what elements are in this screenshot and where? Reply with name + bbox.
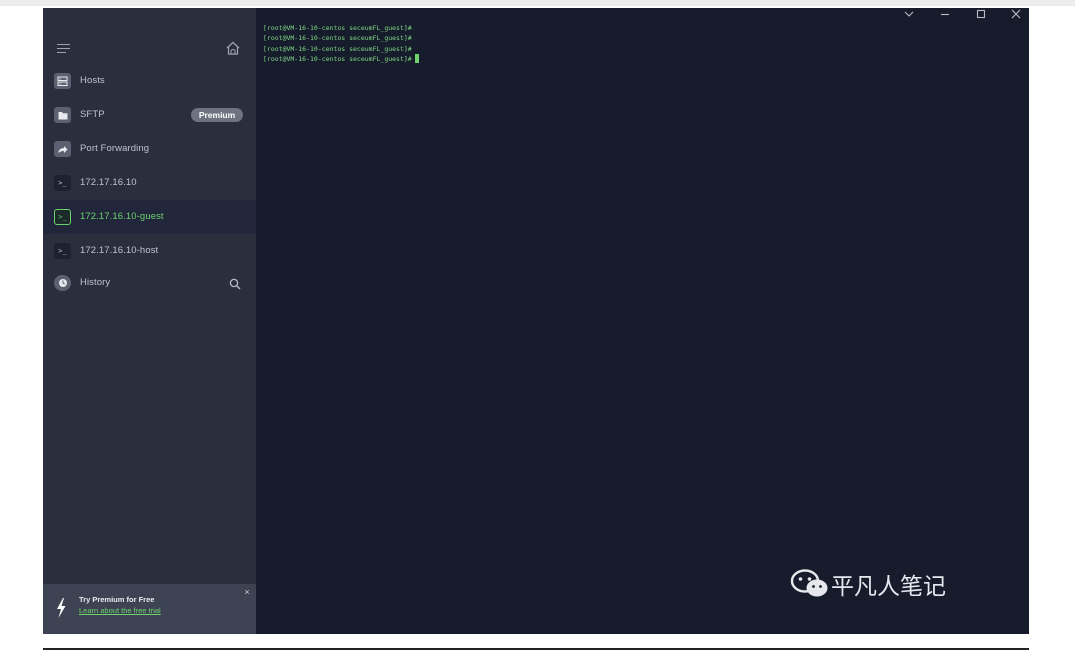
wechat-watermark: 平凡人笔记 xyxy=(790,566,970,600)
terminal-prompt-line: [root@VM-16-10-centos seceumFL_guest]# xyxy=(263,53,419,64)
hamburger-icon[interactable] xyxy=(57,44,70,54)
sidebar: Hosts SFTP Premium Port Forwarding >_ 17… xyxy=(43,8,256,634)
free-trial-link[interactable]: Learn about the free trial xyxy=(79,606,161,615)
close-icon[interactable]: × xyxy=(242,587,252,597)
page-top-strip xyxy=(0,0,1075,6)
terminal-line: [root@VM-16-10-centos seceumFL_guest]# xyxy=(263,44,412,53)
sidebar-item-sftp[interactable]: SFTP Premium xyxy=(43,98,256,132)
folder-icon xyxy=(54,107,71,123)
sidebar-item-label: 172.17.16.10-guest xyxy=(80,211,164,222)
sidebar-item-host-172-17-16-10[interactable]: >_ 172.17.16.10 xyxy=(43,166,256,200)
sidebar-item-label: 172.17.16.10 xyxy=(80,177,137,188)
home-icon[interactable] xyxy=(225,40,241,56)
sidebar-header xyxy=(43,8,256,68)
terminal-output: [root@VM-16-10-centos seceumFL_guest]# [… xyxy=(263,23,419,64)
sidebar-item-label: Hosts xyxy=(80,75,105,86)
terminal-icon: >_ xyxy=(54,243,71,259)
minimize-icon[interactable] xyxy=(933,8,957,22)
chevron-down-icon[interactable] xyxy=(897,8,921,22)
sidebar-item-host-host[interactable]: >_ 172.17.16.10-host xyxy=(43,234,256,268)
server-icon xyxy=(54,73,71,89)
promo-title: Try Premium for Free xyxy=(79,595,155,604)
search-icon[interactable] xyxy=(229,277,241,290)
premium-promo-banner: Try Premium for Free Learn about the fre… xyxy=(43,584,256,634)
sidebar-item-history[interactable]: History xyxy=(43,266,256,300)
app-window: Hosts SFTP Premium Port Forwarding >_ 17… xyxy=(43,8,1029,634)
lightning-icon xyxy=(55,598,67,618)
sidebar-item-label: SFTP xyxy=(80,109,105,120)
terminal-icon: >_ xyxy=(54,209,71,225)
maximize-icon[interactable] xyxy=(969,8,993,22)
close-icon[interactable] xyxy=(1004,8,1028,22)
sidebar-item-label: Port Forwarding xyxy=(80,143,150,154)
watermark-text: 平凡人笔记 xyxy=(831,574,946,600)
clock-icon xyxy=(54,275,71,291)
sidebar-item-label: History xyxy=(80,277,111,288)
wechat-icon xyxy=(790,569,828,597)
premium-badge: Premium xyxy=(191,108,243,122)
bottom-divider xyxy=(43,648,1029,650)
sidebar-item-hosts[interactable]: Hosts xyxy=(43,64,256,98)
sidebar-item-host-guest[interactable]: >_ 172.17.16.10-guest xyxy=(43,200,256,234)
sidebar-item-label: 172.17.16.10-host xyxy=(80,245,159,256)
terminal-pane[interactable]: [root@VM-16-10-centos seceumFL_guest]# [… xyxy=(256,8,1029,634)
terminal-cursor xyxy=(414,53,419,63)
sidebar-item-port-forwarding[interactable]: Port Forwarding xyxy=(43,132,256,166)
terminal-prompt: [root@VM-16-10-centos seceumFL_guest]# xyxy=(263,54,412,63)
arrow-forward-icon xyxy=(54,141,71,157)
terminal-icon: >_ xyxy=(54,175,71,191)
terminal-line: [root@VM-16-10-centos seceumFL_guest]# xyxy=(263,24,412,32)
terminal-line: [root@VM-16-10-centos seceumFL_guest]# xyxy=(263,34,412,43)
